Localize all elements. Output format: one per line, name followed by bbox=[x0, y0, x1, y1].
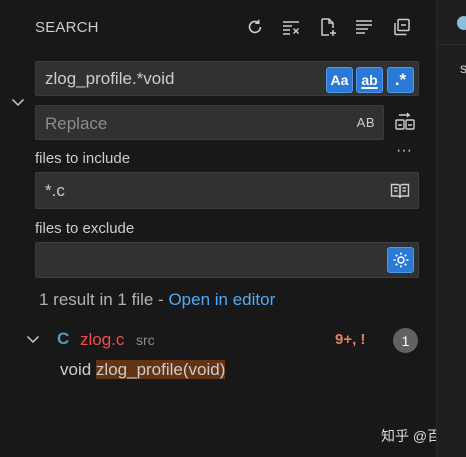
match-case-label: Aa bbox=[330, 72, 349, 88]
result-match-line[interactable]: void zlog_profile(void) bbox=[60, 360, 226, 380]
gear-icon bbox=[393, 252, 408, 268]
refresh-button[interactable] bbox=[242, 14, 268, 40]
use-exclude-settings-toggle[interactable] bbox=[387, 247, 414, 273]
tab-file-icon bbox=[457, 16, 466, 30]
search-panel: SEARCH zlog_profile.*void Aa ab .* Repla… bbox=[0, 0, 455, 457]
exclude-input[interactable] bbox=[35, 242, 419, 278]
search-open-editors-button[interactable] bbox=[389, 180, 411, 202]
clear-results-button[interactable] bbox=[278, 14, 304, 40]
search-header: SEARCH bbox=[0, 0, 436, 55]
book-icon bbox=[390, 183, 410, 199]
preserve-case-toggle[interactable]: AB bbox=[357, 115, 375, 130]
ellipsis-icon: ··· bbox=[396, 142, 412, 159]
more-options-button[interactable]: ··· bbox=[391, 141, 417, 161]
collapse-all-button[interactable] bbox=[389, 14, 415, 40]
view-as-tree-icon bbox=[356, 20, 372, 34]
include-input-value: *.c bbox=[45, 181, 65, 200]
regex-label: .* bbox=[394, 70, 407, 89]
result-file-name: zlog.c bbox=[80, 330, 125, 349]
new-search-editor-icon bbox=[321, 18, 336, 36]
result-file-folder: src bbox=[136, 332, 155, 348]
match-prefix: void bbox=[60, 360, 96, 379]
new-search-editor-button[interactable] bbox=[315, 14, 341, 40]
results-count-text: 1 result in 1 file - bbox=[39, 290, 169, 309]
chevron-down-icon bbox=[11, 98, 25, 107]
result-file-row[interactable]: C zlog.c src 9+, ! 1 bbox=[0, 326, 436, 354]
replace-all-icon bbox=[395, 112, 415, 130]
search-input-value: zlog_profile.*void bbox=[45, 69, 175, 88]
collapse-all-icon bbox=[394, 18, 410, 36]
replace-placeholder: Replace bbox=[45, 114, 108, 133]
match-case-toggle[interactable]: Aa bbox=[326, 67, 353, 93]
include-label: files to include bbox=[35, 150, 131, 167]
replace-all-button[interactable] bbox=[392, 109, 418, 135]
exclude-label: files to exclude bbox=[35, 220, 135, 237]
search-input[interactable]: zlog_profile.*void Aa ab .* bbox=[35, 61, 419, 96]
match-highlight: zlog_profile(void) bbox=[95, 360, 226, 379]
regex-toggle[interactable]: .* bbox=[387, 67, 414, 93]
toggle-replace-button[interactable] bbox=[8, 92, 28, 112]
problems-badge: 9+, ! bbox=[335, 331, 366, 348]
panel-title: SEARCH bbox=[35, 19, 99, 36]
editor-area-edge: s bbox=[436, 0, 466, 457]
whole-word-label: ab bbox=[361, 72, 378, 88]
replace-input[interactable]: Replace AB bbox=[35, 105, 384, 140]
result-file-toggle[interactable] bbox=[24, 330, 42, 348]
refresh-icon bbox=[248, 19, 262, 34]
c-file-icon: C bbox=[57, 329, 70, 348]
open-in-editor-link[interactable]: Open in editor bbox=[168, 290, 275, 309]
whole-word-toggle[interactable]: ab bbox=[356, 67, 383, 93]
clear-results-icon bbox=[283, 21, 300, 35]
view-as-tree-button[interactable] bbox=[351, 14, 377, 40]
results-summary: 1 result in 1 file - Open in editor bbox=[39, 290, 275, 310]
match-count-badge: 1 bbox=[393, 328, 418, 353]
chevron-down-icon bbox=[26, 335, 40, 344]
include-input[interactable]: *.c bbox=[35, 172, 419, 209]
editor-tab[interactable] bbox=[437, 0, 466, 45]
editor-tab-text: s bbox=[460, 60, 466, 76]
